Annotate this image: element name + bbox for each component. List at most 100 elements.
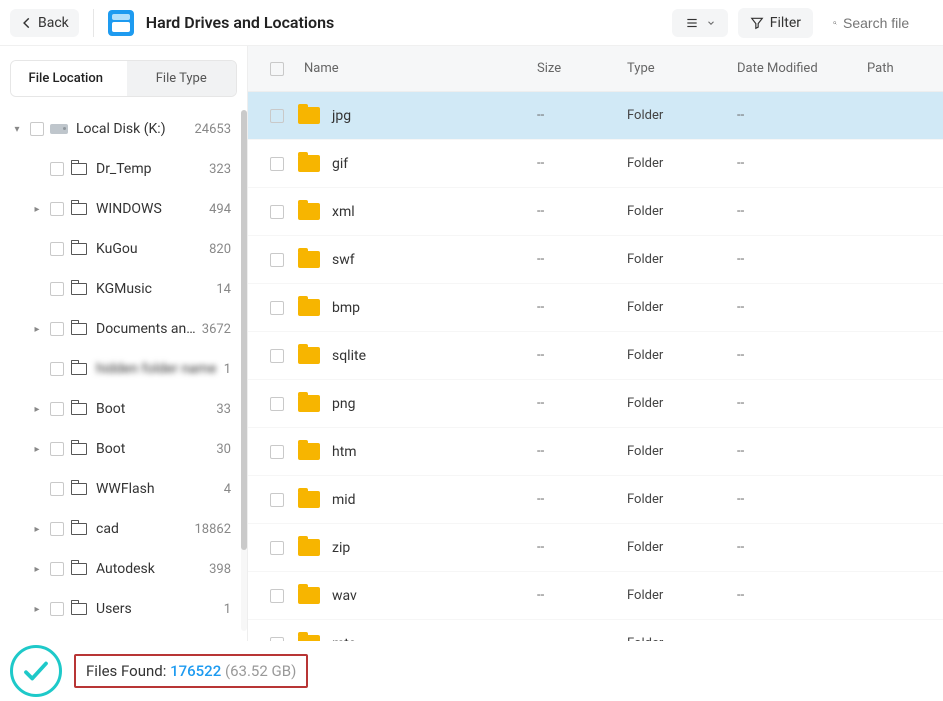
tree-item[interactable]: ▸Documents and Set...3672 bbox=[6, 309, 241, 349]
tree-checkbox[interactable] bbox=[50, 162, 64, 176]
row-date: -- bbox=[737, 300, 867, 315]
row-checkbox[interactable] bbox=[270, 349, 284, 363]
tree-item-count: 1 bbox=[224, 602, 235, 617]
tree-item[interactable]: ▾Local Disk (K:)24653 bbox=[6, 109, 241, 149]
row-size: -- bbox=[537, 444, 627, 459]
file-row[interactable]: bmp--Folder-- bbox=[248, 284, 943, 332]
tree-item-label: Boot bbox=[96, 401, 216, 417]
file-row[interactable]: mid--Folder-- bbox=[248, 476, 943, 524]
folder-icon bbox=[70, 600, 88, 618]
tree-item-label: cad bbox=[96, 521, 194, 537]
tree-item[interactable]: ▸Dr_Temp323 bbox=[6, 149, 241, 189]
row-type: Folder bbox=[627, 636, 737, 641]
row-checkbox[interactable] bbox=[270, 541, 284, 555]
caret-icon[interactable]: ▸ bbox=[30, 524, 44, 535]
row-checkbox[interactable] bbox=[270, 157, 284, 171]
caret-icon[interactable]: ▸ bbox=[30, 444, 44, 455]
row-checkbox[interactable] bbox=[270, 253, 284, 267]
caret-icon[interactable]: ▸ bbox=[30, 204, 44, 215]
folder-icon bbox=[70, 320, 88, 338]
tree-item[interactable]: ▸WINDOWS494 bbox=[6, 189, 241, 229]
row-type: Folder bbox=[627, 300, 737, 315]
tree-checkbox[interactable] bbox=[50, 282, 64, 296]
caret-icon[interactable]: ▸ bbox=[30, 604, 44, 615]
caret-icon[interactable]: ▸ bbox=[30, 564, 44, 575]
row-checkbox[interactable] bbox=[270, 109, 284, 123]
view-mode-button[interactable] bbox=[672, 9, 728, 37]
tree-item[interactable]: ▸Users1 bbox=[6, 589, 241, 629]
tree-item[interactable]: ▸WWFlash4 bbox=[6, 469, 241, 509]
file-row[interactable]: wav--Folder-- bbox=[248, 572, 943, 620]
tree-checkbox[interactable] bbox=[50, 442, 64, 456]
tree-checkbox[interactable] bbox=[50, 202, 64, 216]
tree-checkbox[interactable] bbox=[50, 242, 64, 256]
tree-checkbox[interactable] bbox=[50, 482, 64, 496]
tree-item[interactable]: ▸Autodesk398 bbox=[6, 549, 241, 589]
search-box[interactable] bbox=[823, 8, 933, 38]
row-checkbox[interactable] bbox=[270, 205, 284, 219]
tree-item[interactable]: ▸cad18862 bbox=[6, 509, 241, 549]
tree-item[interactable]: ▸KuGou820 bbox=[6, 229, 241, 269]
row-date: -- bbox=[737, 108, 867, 123]
col-date[interactable]: Date Modified bbox=[737, 61, 867, 76]
row-checkbox[interactable] bbox=[270, 589, 284, 603]
col-type[interactable]: Type bbox=[627, 61, 737, 76]
tree-checkbox[interactable] bbox=[50, 402, 64, 416]
back-button[interactable]: Back bbox=[10, 9, 79, 37]
file-row[interactable]: mts--Folder-- bbox=[248, 620, 943, 641]
caret-icon[interactable]: ▸ bbox=[30, 324, 44, 335]
caret-icon[interactable]: ▾ bbox=[10, 124, 24, 135]
file-row[interactable]: xml--Folder-- bbox=[248, 188, 943, 236]
col-size[interactable]: Size bbox=[537, 61, 627, 76]
row-date: -- bbox=[737, 636, 867, 641]
arrow-left-icon bbox=[20, 16, 34, 30]
tree-item[interactable]: ▸Boot33 bbox=[6, 389, 241, 429]
tree-checkbox[interactable] bbox=[50, 562, 64, 576]
file-row[interactable]: swf--Folder-- bbox=[248, 236, 943, 284]
tree-item-count: 398 bbox=[209, 562, 235, 577]
row-date: -- bbox=[737, 540, 867, 555]
file-panel: Name Size Type Date Modified Path jpg--F… bbox=[248, 46, 943, 641]
search-input[interactable] bbox=[843, 15, 923, 31]
row-type: Folder bbox=[627, 444, 737, 459]
tab-file-location[interactable]: File Location bbox=[11, 61, 121, 96]
tree-checkbox[interactable] bbox=[50, 362, 64, 376]
drive-icon bbox=[108, 10, 134, 36]
row-date: -- bbox=[737, 156, 867, 171]
row-checkbox[interactable] bbox=[270, 301, 284, 315]
caret-icon[interactable]: ▸ bbox=[30, 404, 44, 415]
tree-item[interactable]: ▸KGMusic14 bbox=[6, 269, 241, 309]
row-name: mid bbox=[332, 492, 356, 508]
row-date: -- bbox=[737, 348, 867, 363]
filter-button[interactable]: Filter bbox=[738, 8, 813, 38]
row-checkbox[interactable] bbox=[270, 637, 284, 642]
tree-checkbox[interactable] bbox=[30, 122, 44, 136]
file-row[interactable]: gif--Folder-- bbox=[248, 140, 943, 188]
col-path[interactable]: Path bbox=[867, 61, 927, 76]
list-icon bbox=[684, 16, 700, 30]
tree-checkbox[interactable] bbox=[50, 322, 64, 336]
row-type: Folder bbox=[627, 540, 737, 555]
col-name[interactable]: Name bbox=[298, 61, 537, 76]
file-row[interactable]: jpg--Folder-- bbox=[248, 92, 943, 140]
scrollbar[interactable] bbox=[241, 110, 247, 631]
file-row[interactable]: sqlite--Folder-- bbox=[248, 332, 943, 380]
folder-icon bbox=[70, 520, 88, 538]
tree-item[interactable]: ▸Boot30 bbox=[6, 429, 241, 469]
row-checkbox[interactable] bbox=[270, 397, 284, 411]
tree-item-count: 14 bbox=[216, 282, 235, 297]
row-checkbox[interactable] bbox=[270, 445, 284, 459]
tab-file-type[interactable]: File Type bbox=[127, 61, 237, 96]
file-row[interactable]: htm--Folder-- bbox=[248, 428, 943, 476]
row-checkbox[interactable] bbox=[270, 493, 284, 507]
row-size: -- bbox=[537, 588, 627, 603]
scrollbar-thumb[interactable] bbox=[241, 110, 247, 550]
back-label: Back bbox=[38, 15, 69, 31]
tree-checkbox[interactable] bbox=[50, 602, 64, 616]
file-row[interactable]: zip--Folder-- bbox=[248, 524, 943, 572]
select-all-checkbox[interactable] bbox=[270, 62, 284, 76]
tree-item[interactable]: ▸hidden folder name1 bbox=[6, 349, 241, 389]
tree-checkbox[interactable] bbox=[50, 522, 64, 536]
footer: Files Found: 176522 (63.52 GB) bbox=[0, 641, 943, 701]
file-row[interactable]: png--Folder-- bbox=[248, 380, 943, 428]
